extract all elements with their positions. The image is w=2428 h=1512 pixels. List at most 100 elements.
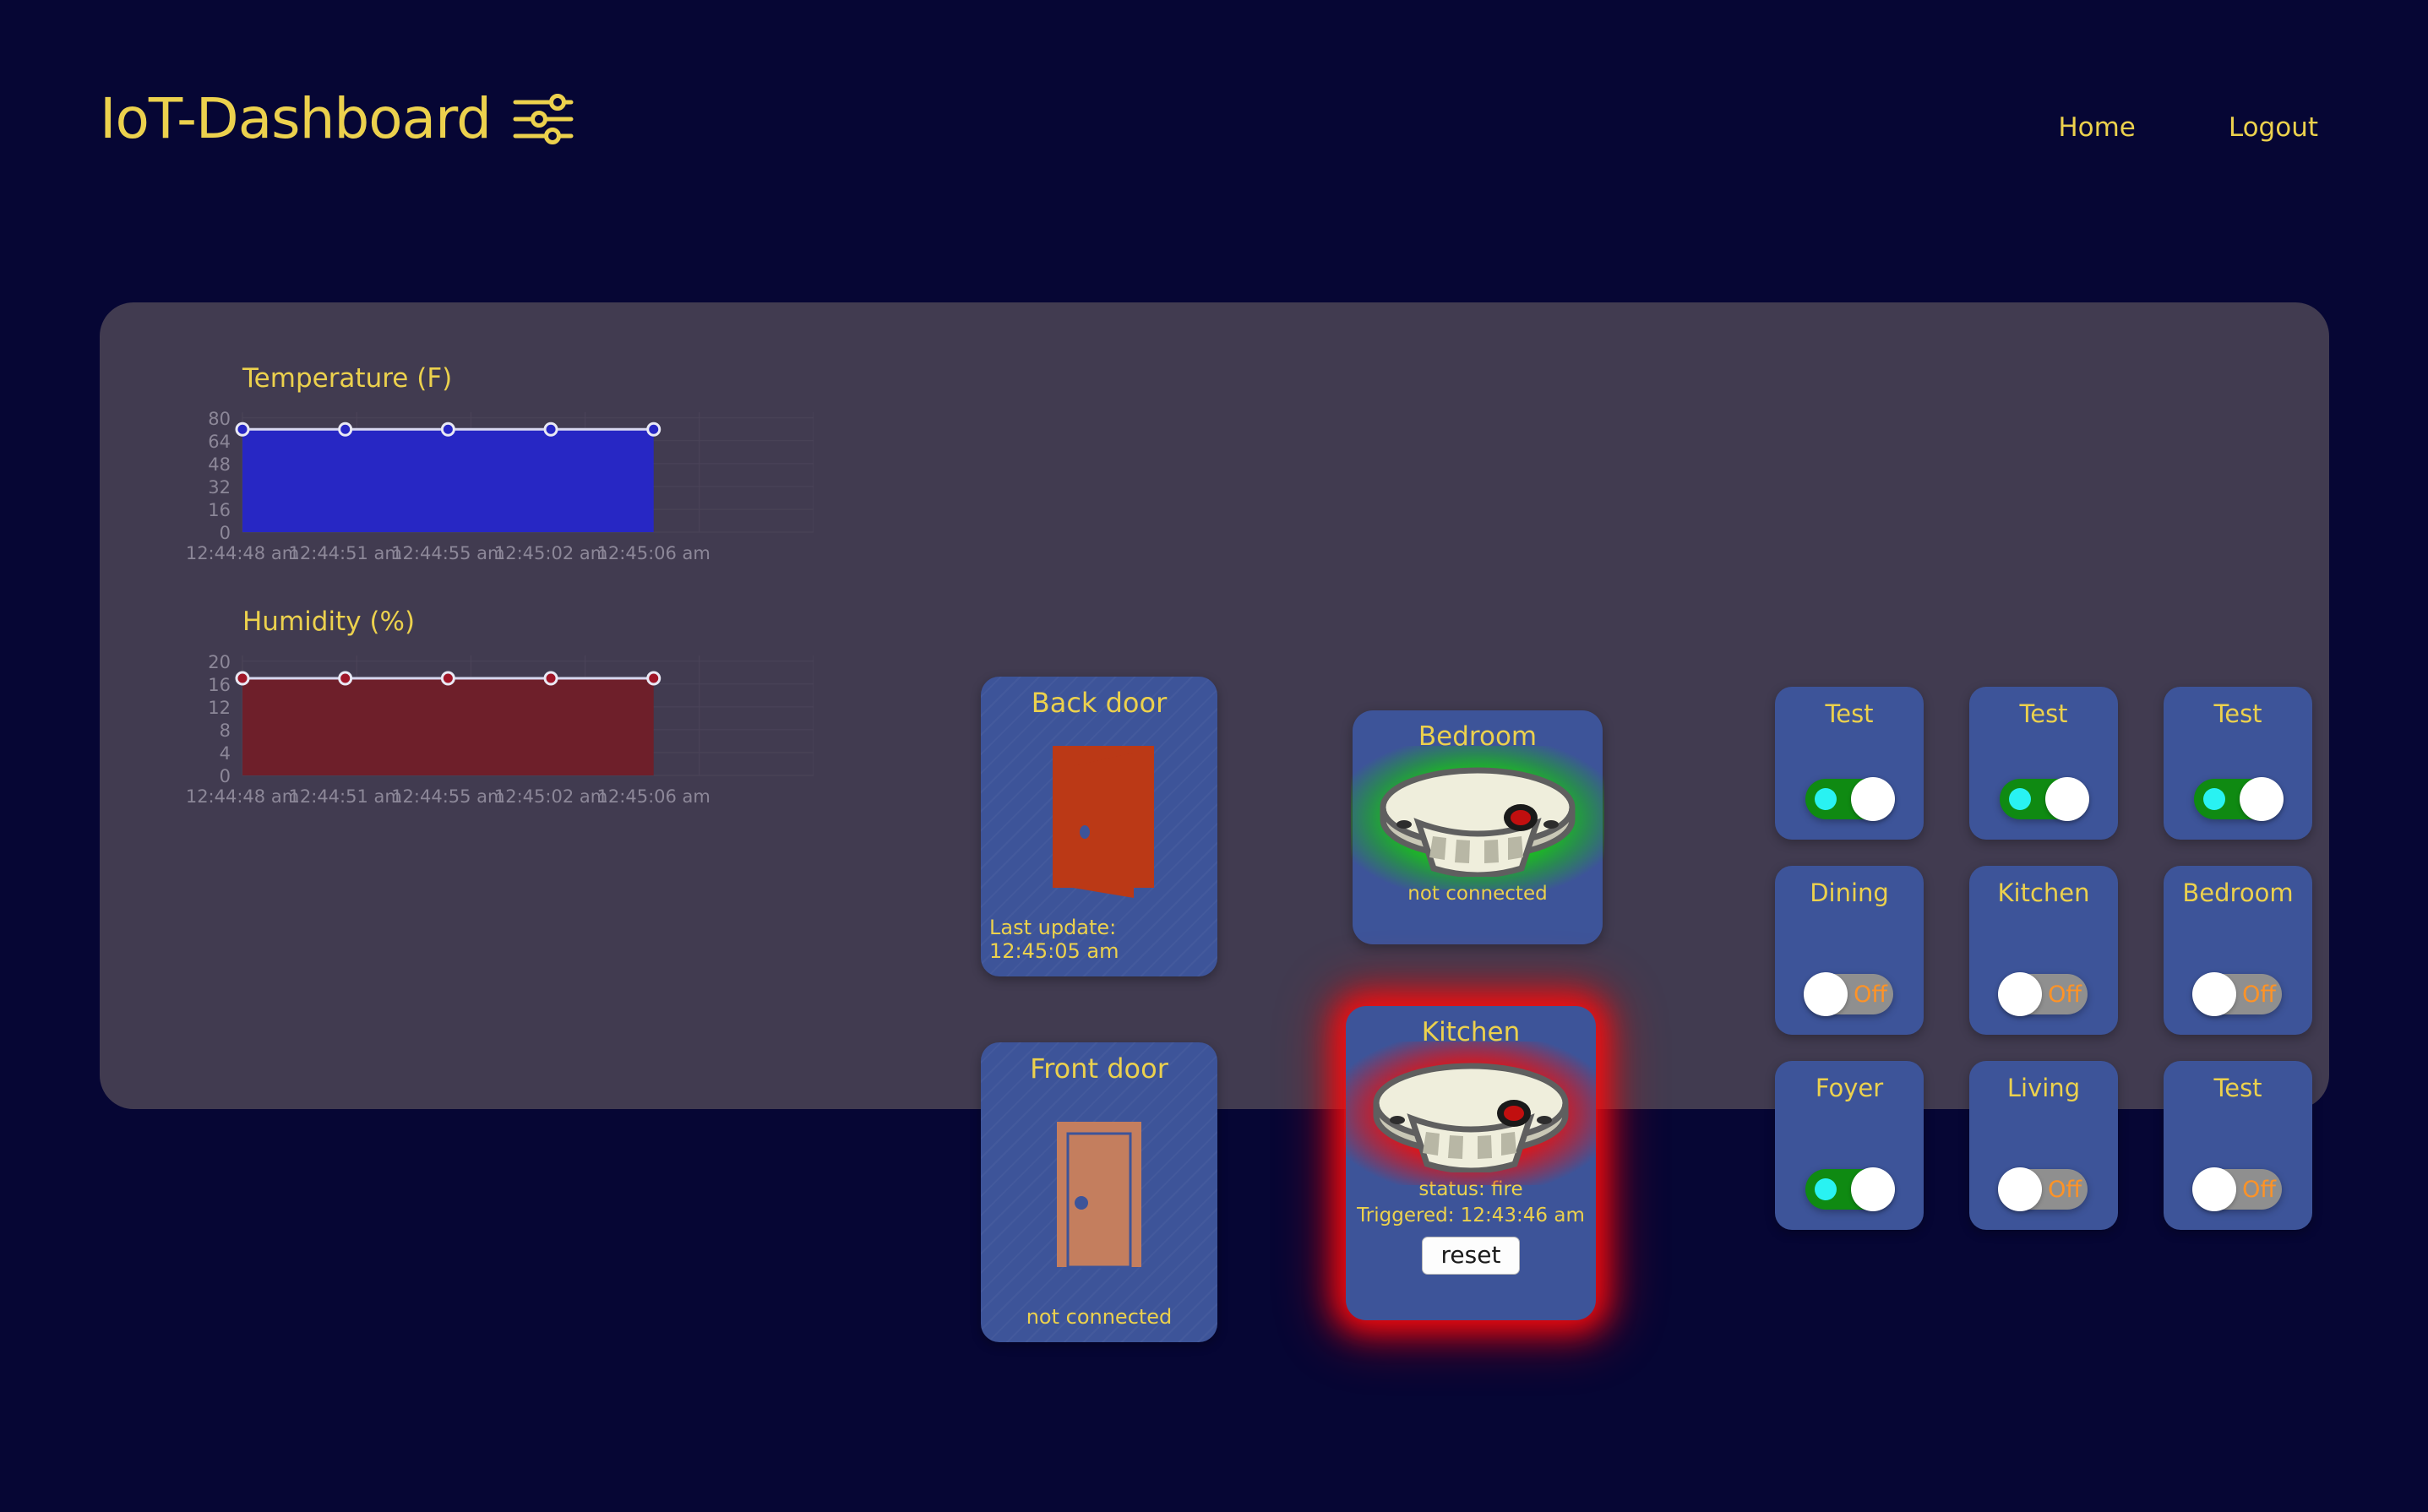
toggle-indicator-dot	[1815, 788, 1837, 810]
temperature-chart: Temperature (F) 0 16 32 48 64 80 12:44:48 am 12…	[171, 363, 814, 574]
svg-text:32: 32	[208, 477, 231, 498]
svg-text:12: 12	[208, 698, 231, 718]
switch-label: Test	[2213, 699, 2262, 728]
switch-card-test-8[interactable]: Test Off	[2164, 1061, 2312, 1230]
humidity-chart: Humidity (%) 0 4 8 12 16 20 12:44:48 am 12:44:5…	[171, 606, 814, 818]
svg-text:12:44:55 am: 12:44:55 am	[391, 543, 504, 563]
page-header: IoT-Dashboard Home Logout	[0, 0, 2428, 253]
door-status: not connected	[1026, 1305, 1173, 1329]
toggle-knob	[1998, 972, 2042, 1016]
switch-label: Foyer	[1815, 1074, 1884, 1102]
nav-link-home[interactable]: Home	[2058, 112, 2136, 143]
switch-card-living-7[interactable]: Living Off	[1969, 1061, 2118, 1230]
switch-label: Test	[1825, 699, 1874, 728]
chart-title-temperature: Temperature (F)	[242, 363, 453, 394]
toggle-switch[interactable]	[2000, 777, 2089, 821]
door-closed-icon	[1036, 1084, 1162, 1305]
smoke-detector-card-bedroom[interactable]: Bedroom not connected	[1351, 710, 1604, 944]
toggle-knob	[1851, 1167, 1895, 1211]
switch-card-test-1[interactable]: Test	[1969, 687, 2118, 840]
reset-button[interactable]: reset	[1421, 1237, 1521, 1275]
svg-text:20: 20	[208, 652, 231, 672]
nav-link-logout[interactable]: Logout	[2229, 112, 2318, 143]
smoke-detector-triggered-line: Triggered: 12:43:46 am	[1357, 1205, 1585, 1227]
switch-card-bedroom-5[interactable]: Bedroom Off	[2164, 866, 2312, 1035]
toggle-state-text: Off	[1854, 981, 1887, 1008]
charts-column: Temperature (F) 0 16 32 48 64 80 12:44:48 am 12…	[171, 363, 814, 818]
switch-label: Test	[2213, 1074, 2262, 1102]
svg-text:12:45:02 am: 12:45:02 am	[494, 786, 607, 807]
toggle-indicator-dot	[1815, 1178, 1837, 1200]
smoke-detector-icon	[1380, 767, 1576, 878]
svg-text:0: 0	[220, 523, 231, 543]
toggle-state-text: Off	[2048, 1176, 2082, 1203]
toggle-switch[interactable]	[1805, 1167, 1895, 1211]
svg-text:12:45:06 am: 12:45:06 am	[597, 786, 710, 807]
svg-text:16: 16	[208, 675, 231, 695]
toggle-switch[interactable]: Off	[2192, 1167, 2282, 1211]
smoke-detector-icon	[1373, 1063, 1569, 1173]
switch-label: Kitchen	[1997, 878, 2090, 907]
svg-text:12:44:51 am: 12:44:51 am	[289, 786, 402, 807]
switch-label: Bedroom	[2182, 878, 2294, 907]
svg-text:12:44:55 am: 12:44:55 am	[391, 786, 504, 807]
toggle-indicator-dot	[2009, 788, 2031, 810]
door-status: Last update: 12:45:05 am	[989, 916, 1119, 963]
chart-canvas-temperature: 0 16324864 80 12:44:48 am12:44:51 am12:44:5…	[186, 409, 814, 563]
brand-title: IoT-Dashboard	[100, 86, 492, 151]
toggle-knob	[1851, 777, 1895, 821]
toggle-state-text: Off	[2242, 1176, 2276, 1203]
toggle-switch[interactable]	[1805, 777, 1895, 821]
switch-card-kitchen-4[interactable]: Kitchen Off	[1969, 866, 2118, 1035]
svg-text:0: 0	[220, 766, 231, 786]
toggle-knob	[1804, 972, 1848, 1016]
toggle-switch[interactable]	[2194, 777, 2284, 821]
door-title: Back door	[1031, 687, 1168, 719]
switch-card-foyer-6[interactable]: Foyer	[1775, 1061, 1924, 1230]
dashboard-panel: Temperature (F) 0 16 32 48 64 80 12:44:48 am 12…	[100, 302, 2329, 1342]
toggle-knob	[2192, 1167, 2236, 1211]
svg-text:12:45:06 am: 12:45:06 am	[597, 543, 710, 563]
svg-text:12:44:51 am: 12:44:51 am	[289, 543, 402, 563]
dashboard-page: IoT-Dashboard Home Logout Temperature (F…	[0, 0, 2428, 1512]
toggle-switch[interactable]: Off	[1998, 972, 2088, 1016]
svg-text:12:44:48 am: 12:44:48 am	[186, 786, 299, 807]
svg-text:48: 48	[208, 454, 231, 475]
sliders-icon	[513, 93, 574, 145]
smoke-detector-art	[1344, 1042, 1598, 1186]
toggle-knob	[2240, 777, 2284, 821]
switch-card-test-2[interactable]: Test	[2164, 687, 2312, 840]
svg-text:8: 8	[220, 721, 231, 741]
toggle-switch[interactable]: Off	[1804, 972, 1893, 1016]
toggle-state-text: Off	[2242, 981, 2276, 1008]
door-title: Front door	[1030, 1052, 1168, 1085]
svg-text:64: 64	[208, 432, 231, 452]
switch-label: Dining	[1810, 878, 1889, 907]
toggle-knob	[2192, 972, 2236, 1016]
svg-text:4: 4	[220, 743, 231, 764]
svg-text:16: 16	[208, 500, 231, 520]
svg-text:12:44:48 am: 12:44:48 am	[186, 543, 299, 563]
toggle-state-text: Off	[2048, 981, 2082, 1008]
switch-label: Test	[2019, 699, 2068, 728]
door-card-front[interactable]: Front door not connected	[981, 1042, 1217, 1342]
toggle-knob	[1998, 1167, 2042, 1211]
svg-text:80: 80	[208, 409, 231, 429]
svg-text:12:45:02 am: 12:45:02 am	[494, 543, 607, 563]
brand: IoT-Dashboard	[100, 91, 574, 147]
smoke-detector-art	[1351, 746, 1604, 890]
toggle-knob	[2045, 777, 2089, 821]
door-card-back[interactable]: Back door Last update: 12:45:05 am	[981, 677, 1217, 976]
toggle-switch[interactable]: Off	[1998, 1167, 2088, 1211]
chart-canvas-humidity: 048 12 16 20 12:44:48 am12:44:51 am12:44:55 …	[186, 652, 814, 807]
smoke-detector-card-kitchen[interactable]: Kitchen status: fire Triggered: 12:43:46…	[1344, 1006, 1598, 1320]
switch-grid: Test Test Test Dining Off Kitchen Off Bedroom Of…	[1775, 687, 2333, 1230]
toggle-switch[interactable]: Off	[2192, 972, 2282, 1016]
door-open-icon	[1027, 718, 1171, 916]
switch-card-dining-3[interactable]: Dining Off	[1775, 866, 1924, 1035]
toggle-indicator-dot	[2203, 788, 2225, 810]
switch-card-test-0[interactable]: Test	[1775, 687, 1924, 840]
chart-title-humidity: Humidity (%)	[242, 606, 416, 637]
switch-label: Living	[2006, 1074, 2081, 1102]
main-nav: Home Logout	[2058, 112, 2318, 143]
